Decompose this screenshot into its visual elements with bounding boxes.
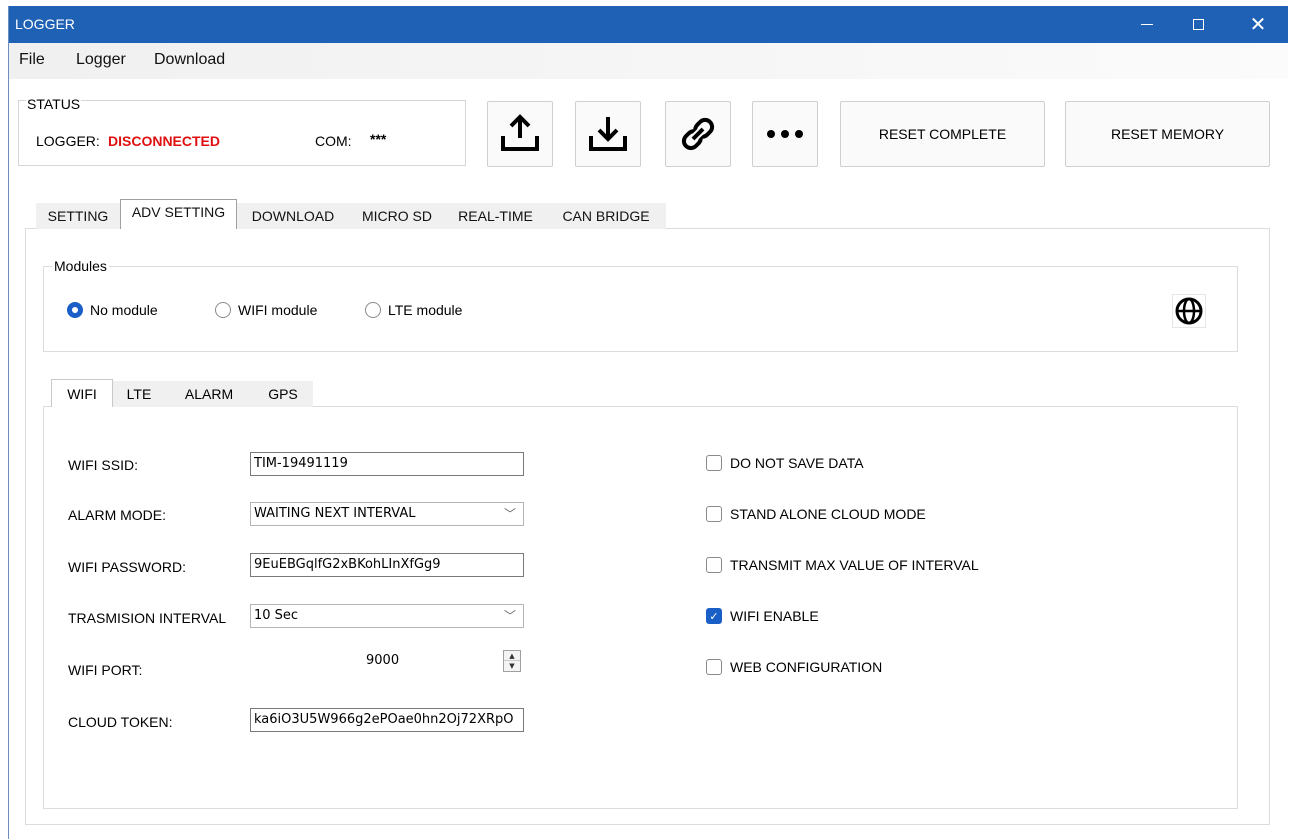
alarm-mode-select[interactable]: WAITING NEXT INTERVAL ﹀ [250, 502, 524, 526]
wifi-panel [43, 406, 1238, 809]
checkbox-label: WIFI ENABLE [730, 608, 819, 624]
wifi-ssid-input[interactable]: TIM-19491119 [250, 452, 524, 476]
globe-button[interactable] [1172, 294, 1206, 328]
radio-indicator [215, 302, 231, 318]
radio-no-module[interactable]: No module [67, 302, 158, 318]
radio-lte-module[interactable]: LTE module [365, 302, 462, 318]
wifi-password-input[interactable]: 9EuEBGqlfG2xBKohLInXfGg9 [250, 553, 524, 577]
menu-file[interactable]: File [19, 51, 45, 69]
checkbox-label: TRANSMIT MAX VALUE OF INTERVAL [730, 557, 979, 573]
checkbox-wifi-enable[interactable]: ✓ WIFI ENABLE [706, 608, 819, 624]
window-title: LOGGER [15, 16, 75, 32]
tab-real-time[interactable]: REAL-TIME [445, 203, 546, 229]
wifi-port-label: WIFI PORT: [68, 662, 143, 678]
radio-indicator [365, 302, 381, 318]
upload-icon [501, 114, 539, 151]
minimize-icon [1141, 24, 1153, 25]
radio-label: No module [90, 302, 158, 318]
checkbox-label: WEB CONFIGURATION [730, 659, 883, 675]
interval-value: 10 Sec [254, 608, 299, 623]
subtab-lte[interactable]: LTE [113, 381, 165, 407]
tab-adv-setting[interactable]: ADV SETTING [120, 199, 237, 229]
tab-can-bridge[interactable]: CAN BRIDGE [546, 203, 666, 229]
modules-legend: Modules [52, 258, 109, 274]
alarm-mode-value: WAITING NEXT INTERVAL [254, 506, 416, 521]
checkbox-web-configuration[interactable]: WEB CONFIGURATION [706, 659, 882, 675]
interval-label: TRASMISION INTERVAL [68, 610, 227, 626]
link-icon [681, 117, 715, 151]
cloud-token-input[interactable]: ka6iO3U5W966g2ePOae0hn2Oj72XRpO [250, 708, 524, 732]
download-button[interactable] [575, 101, 641, 167]
upload-button[interactable] [487, 101, 553, 167]
more-icon [767, 130, 803, 138]
checkbox-indicator [706, 506, 722, 522]
menu-download[interactable]: Download [154, 51, 225, 69]
stepper-buttons: ▲ ▼ [503, 650, 521, 672]
cloud-token-label: CLOUD TOKEN: [68, 714, 173, 730]
connect-button[interactable] [665, 101, 731, 167]
checkbox-indicator [706, 455, 722, 471]
download-icon [589, 117, 627, 151]
more-button[interactable] [752, 101, 818, 167]
close-button[interactable]: ✕ [1235, 6, 1281, 43]
chevron-down-icon: ﹀ [503, 507, 516, 521]
checkbox-do-not-save-data[interactable]: DO NOT SAVE DATA [706, 455, 864, 471]
minimize-button[interactable] [1124, 6, 1170, 43]
close-icon: ✕ [1249, 14, 1267, 36]
wifi-ssid-label: WIFI SSID: [68, 457, 138, 473]
alarm-mode-label: ALARM MODE: [68, 507, 167, 523]
com-value: *** [370, 131, 387, 147]
chevron-down-icon: ﹀ [503, 609, 516, 623]
interval-select[interactable]: 10 Sec ﹀ [250, 604, 524, 628]
reset-complete-button[interactable]: RESET COMPLETE [840, 101, 1045, 167]
wifi-port-stepper[interactable]: 9000 ▲ ▼ [250, 650, 524, 674]
title-bar[interactable]: LOGGER ✕ [9, 6, 1288, 43]
checkbox-label: DO NOT SAVE DATA [730, 455, 864, 471]
checkbox-stand-alone-cloud-mode[interactable]: STAND ALONE CLOUD MODE [706, 506, 926, 522]
radio-label: WIFI module [238, 302, 318, 318]
reset-memory-button[interactable]: RESET MEMORY [1065, 101, 1270, 167]
checkbox-transmit-max-value[interactable]: TRANSMIT MAX VALUE OF INTERVAL [706, 557, 979, 573]
radio-wifi-module[interactable]: WIFI module [215, 302, 317, 318]
check-icon: ✓ [706, 608, 722, 624]
wifi-password-label: WIFI PASSWORD: [68, 559, 186, 575]
wifi-port-value: 9000 [366, 653, 400, 668]
tab-micro-sd[interactable]: MICRO SD [349, 203, 445, 229]
radio-label: LTE module [388, 302, 463, 318]
logger-label: LOGGER: [36, 133, 100, 149]
checkbox-label: STAND ALONE CLOUD MODE [730, 506, 926, 522]
checkbox-indicator [706, 557, 722, 573]
stepper-down-icon[interactable]: ▼ [504, 661, 520, 671]
radio-indicator-selected [67, 302, 83, 318]
globe-icon [1175, 297, 1203, 325]
menu-bar: File Logger Download [9, 43, 1288, 79]
tab-setting[interactable]: SETTING [36, 203, 120, 229]
maximize-icon [1192, 19, 1204, 30]
subtab-alarm[interactable]: ALARM [165, 381, 253, 407]
logger-status-value: DISCONNECTED [108, 133, 221, 149]
checkbox-indicator [706, 659, 722, 675]
menu-logger[interactable]: Logger [76, 51, 126, 69]
maximize-button[interactable] [1175, 6, 1221, 43]
stepper-up-icon[interactable]: ▲ [504, 651, 520, 661]
subtab-gps[interactable]: GPS [253, 381, 313, 407]
subtab-wifi[interactable]: WIFI [51, 379, 113, 407]
tab-download[interactable]: DOWNLOAD [237, 203, 349, 229]
com-label: COM: [315, 133, 352, 149]
status-legend: STATUS [26, 96, 82, 112]
